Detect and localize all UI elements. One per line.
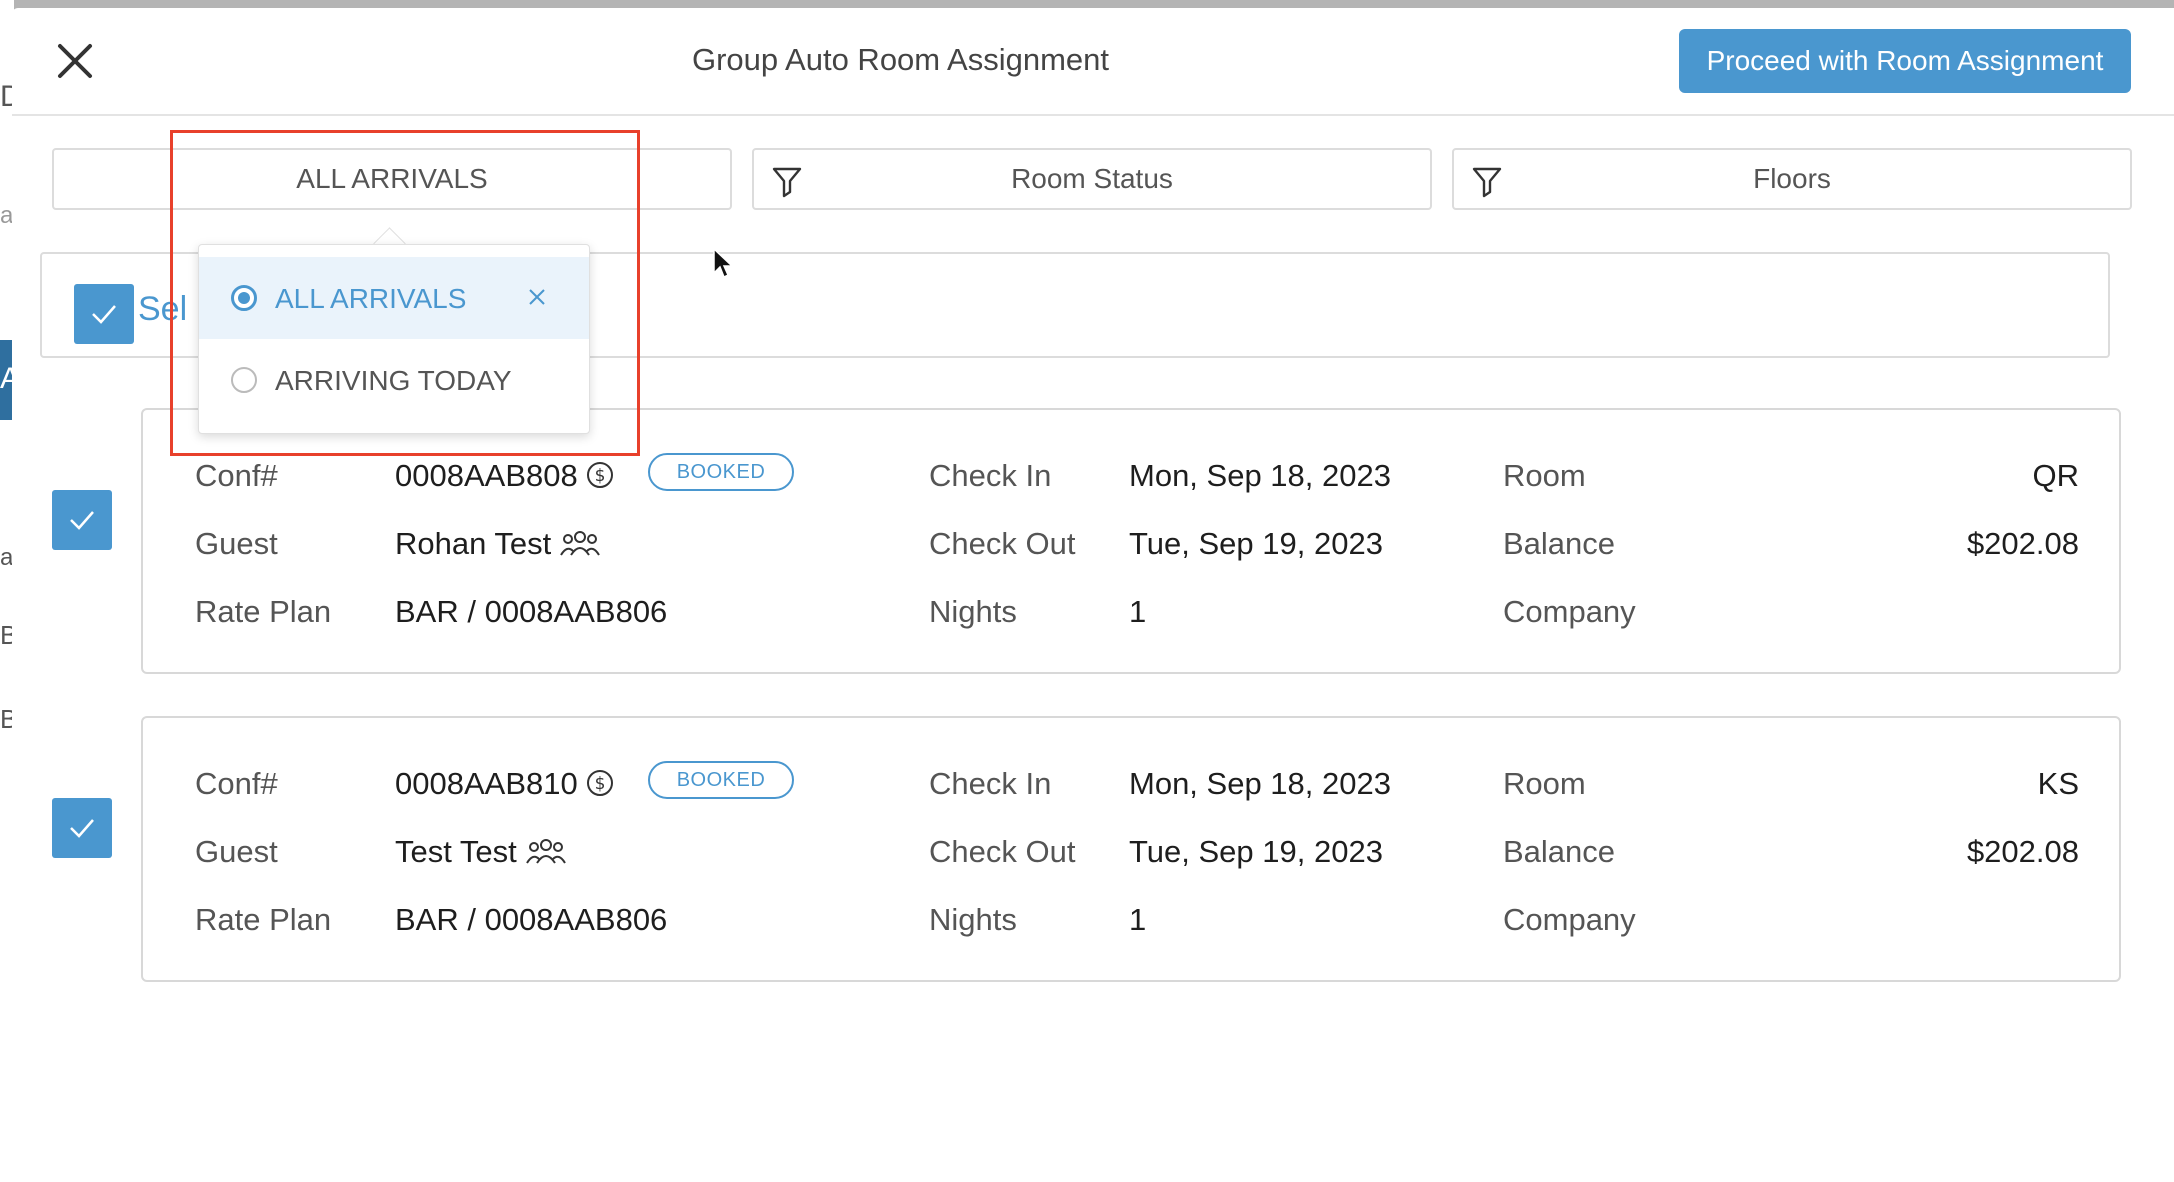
balance-label: Balance: [1503, 834, 1616, 869]
reservation-card[interactable]: Conf# 0008AAB808 $ BOOKED Check In Mon, S…: [141, 408, 2121, 674]
proceed-with-room-assignment-button[interactable]: Proceed with Room Assignment: [1679, 29, 2131, 93]
rate-plan-value: BAR / 0008AAB806: [395, 594, 668, 629]
option-label: ARRIVING TODAY: [275, 365, 512, 396]
guest-name-text: Test Test: [395, 834, 517, 869]
nights-label: Nights: [929, 594, 1017, 629]
dropdown-option-arriving-today[interactable]: ARRIVING TODAY: [199, 339, 589, 421]
reservation-checkbox[interactable]: [52, 798, 112, 858]
room-label: Room: [1503, 458, 1586, 493]
filter-icon: [1472, 167, 1502, 198]
room-value: KS: [2037, 766, 2079, 801]
status-badge: BOOKED: [648, 761, 794, 799]
dropdown-option-all-arrivals[interactable]: ALL ARRIVALS: [199, 257, 589, 339]
rate-plan-value: BAR / 0008AAB806: [395, 902, 668, 937]
arrival-filter-dropdown: ALL ARRIVALS ARRIVING TODAY: [198, 244, 590, 434]
check-in-date: Mon, Sep 18, 2023: [1129, 458, 1391, 493]
radio-unselected-icon[interactable]: [231, 367, 257, 393]
guest-label: Guest: [195, 834, 278, 869]
conf-label: Conf#: [195, 766, 278, 801]
dollar-icon: $: [586, 769, 613, 796]
balance-value: $202.08: [1966, 526, 2079, 561]
mouse-cursor-icon: [713, 247, 734, 279]
check-in-date: Mon, Sep 18, 2023: [1129, 766, 1391, 801]
svg-text:$: $: [594, 466, 605, 486]
room-label: Room: [1503, 766, 1586, 801]
guest-name: Rohan Test: [395, 528, 601, 560]
arrival-filter-label: ALL ARRIVALS: [296, 163, 488, 194]
conf-number-text: 0008AAB808: [395, 458, 578, 493]
room-value: QR: [2032, 458, 2080, 493]
guest-name: Test Test: [395, 836, 567, 868]
balance-label: Balance: [1503, 526, 1616, 561]
checkmark-icon: [70, 511, 94, 530]
modal-title: Group Auto Room Assignment: [691, 42, 1109, 77]
conf-number-text: 0008AAB810: [395, 766, 578, 801]
group-icon: [525, 838, 566, 864]
filter-icon: [772, 167, 802, 198]
floors-filter[interactable]: Floors: [1452, 148, 2132, 210]
guest-label: Guest: [195, 526, 278, 561]
checkmark-icon: [70, 819, 94, 838]
floors-filter-label: Floors: [1753, 163, 1831, 194]
balance-value: $202.08: [1966, 834, 2079, 869]
room-status-filter[interactable]: Room Status: [752, 148, 1432, 210]
select-all-checkbox[interactable]: [74, 284, 134, 344]
rate-plan-label: Rate Plan: [195, 902, 332, 937]
reservation-checkbox[interactable]: [52, 490, 112, 550]
guest-name-text: Rohan Test: [395, 526, 552, 561]
checkmark-icon: [92, 305, 116, 324]
status-badge: BOOKED: [648, 453, 794, 491]
svg-text:$: $: [594, 774, 605, 794]
reservation-card[interactable]: Conf# 0008AAB810 $ BOOKED Check In Mon, S…: [141, 716, 2121, 982]
company-label: Company: [1503, 902, 1636, 937]
nights-value: 1: [1129, 594, 1147, 629]
room-status-filter-label: Room Status: [1011, 163, 1173, 194]
check-in-label: Check In: [929, 766, 1052, 801]
modal-header: Group Auto Room Assignment Proceed with …: [12, 8, 2174, 116]
conf-label: Conf#: [195, 458, 278, 493]
check-in-label: Check In: [929, 458, 1052, 493]
conf-number: 0008AAB808 $: [395, 460, 614, 492]
check-out-label: Check Out: [929, 834, 1076, 869]
nights-value: 1: [1129, 902, 1147, 937]
check-out-date: Tue, Sep 19, 2023: [1129, 834, 1383, 869]
nights-label: Nights: [929, 902, 1017, 937]
dollar-icon: $: [586, 461, 613, 488]
conf-number: 0008AAB810 $: [395, 768, 614, 800]
select-all-label: Sel: [138, 290, 188, 328]
check-out-date: Tue, Sep 19, 2023: [1129, 526, 1383, 561]
arrival-filter-select[interactable]: ALL ARRIVALS: [52, 148, 732, 210]
check-out-label: Check Out: [929, 526, 1076, 561]
company-label: Company: [1503, 594, 1636, 629]
clear-selection-icon[interactable]: [525, 285, 549, 309]
group-icon: [560, 530, 601, 556]
option-label: ALL ARRIVALS: [275, 283, 467, 314]
radio-selected-icon[interactable]: [231, 285, 257, 311]
rate-plan-label: Rate Plan: [195, 594, 332, 629]
